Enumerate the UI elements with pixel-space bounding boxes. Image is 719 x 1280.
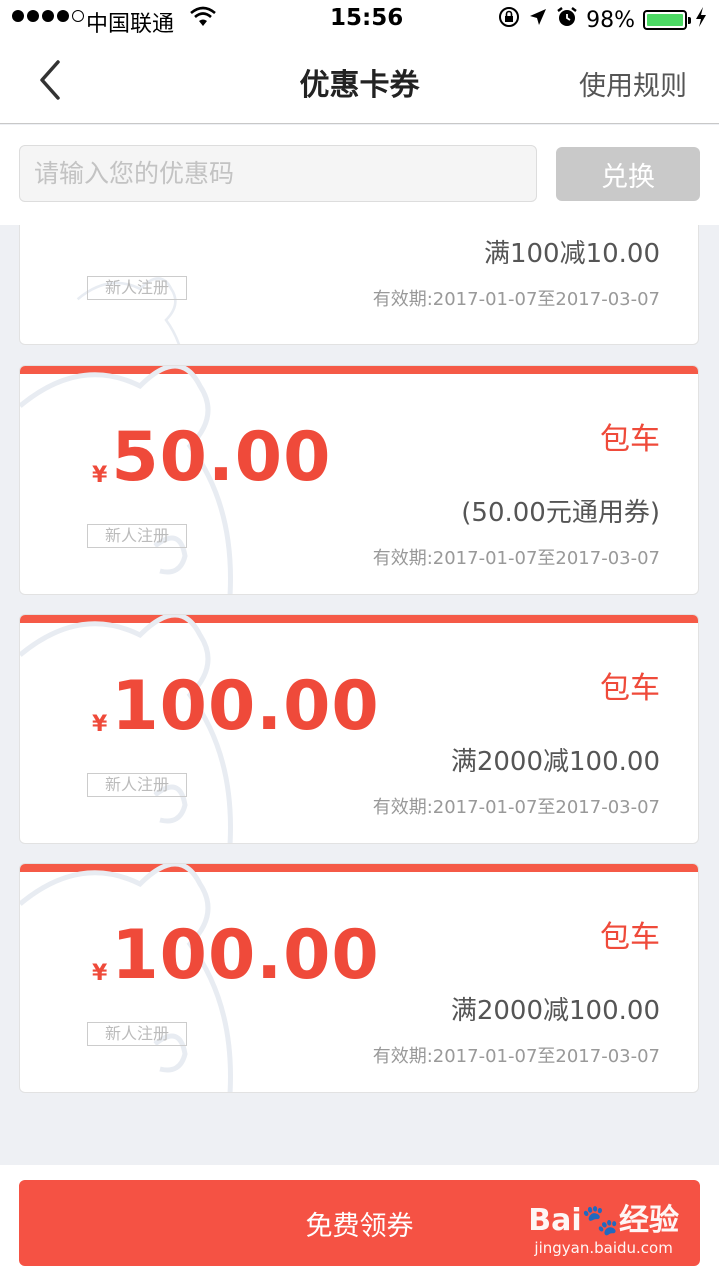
coupon-rule: 满2000减100.00 [450,747,660,777]
coupon-card[interactable]: ¥100.00 新人注册 包车 满2000减100.00 有效期:2017-01… [19,863,699,1093]
coupon-category: 包车 [600,920,660,955]
battery-icon [643,10,691,30]
wifi-icon [190,6,216,34]
coupon-tag: 新人注册 [87,773,187,797]
coupon-value: 100.00 [111,667,380,746]
navigation-bar: 优惠卡券 使用规则 [0,40,719,124]
coupon-rule: 满2000减100.00 [450,996,660,1026]
watermark-url: jingyan.baidu.com [534,1239,673,1257]
coupon-amount: ¥100.00 [92,667,380,746]
clock: 15:56 [330,5,404,31]
orientation-lock-icon [498,6,520,34]
coupon-rule: (50.00元通用券) [461,498,660,528]
battery-percentage: 98% [586,7,635,33]
alarm-icon [556,6,578,34]
baidu-jingyan-watermark: Bai🐾经验 jingyan.baidu.com [528,1195,679,1257]
currency-symbol: ¥ [92,463,108,488]
usage-rules-link[interactable]: 使用规则 [579,64,687,103]
currency-symbol: ¥ [92,961,108,986]
location-icon [528,7,548,33]
coupon-category: 包车 [600,422,660,457]
coupon-value: 100.00 [111,916,380,995]
coupon-tag: 新人注册 [87,276,187,300]
coupon-amount: ¥50.00 [92,418,331,497]
charging-icon [695,6,707,34]
coupon-validity: 有效期:2017-01-07至2017-03-07 [372,289,660,310]
coupon-rule: 满100减10.00 [483,239,660,269]
coupon-list[interactable]: 新人注册 满100减10.00 有效期:2017-01-07至2017-03-0… [0,225,719,1165]
coupon-value: 50.00 [111,418,332,497]
redeem-button[interactable]: 兑换 [556,147,700,201]
signal-strength-icon [12,10,84,22]
currency-symbol: ¥ [92,712,108,737]
coupon-tag: 新人注册 [87,1022,187,1046]
watermark-brand: Bai🐾经验 [528,1203,679,1238]
coupon-category: 包车 [600,671,660,706]
coupon-amount: ¥100.00 [92,916,380,995]
carrier-name: 中国联通 [86,12,175,37]
coupon-validity: 有效期:2017-01-07至2017-03-07 [372,1046,660,1067]
coupon-validity: 有效期:2017-01-07至2017-03-07 [372,548,660,569]
coupon-card[interactable]: ¥100.00 新人注册 包车 满2000减100.00 有效期:2017-01… [19,614,699,844]
coupon-card[interactable]: 新人注册 满100减10.00 有效期:2017-01-07至2017-03-0… [19,225,699,345]
redeem-section: 兑换 [0,125,719,225]
coupon-tag: 新人注册 [87,524,187,548]
coupon-validity: 有效期:2017-01-07至2017-03-07 [372,797,660,818]
coupon-code-input[interactable] [19,145,537,202]
status-bar: 中国联通 15:56 98% [0,0,719,40]
coupon-card[interactable]: ¥50.00 新人注册 包车 (50.00元通用券) 有效期:2017-01-0… [19,365,699,595]
